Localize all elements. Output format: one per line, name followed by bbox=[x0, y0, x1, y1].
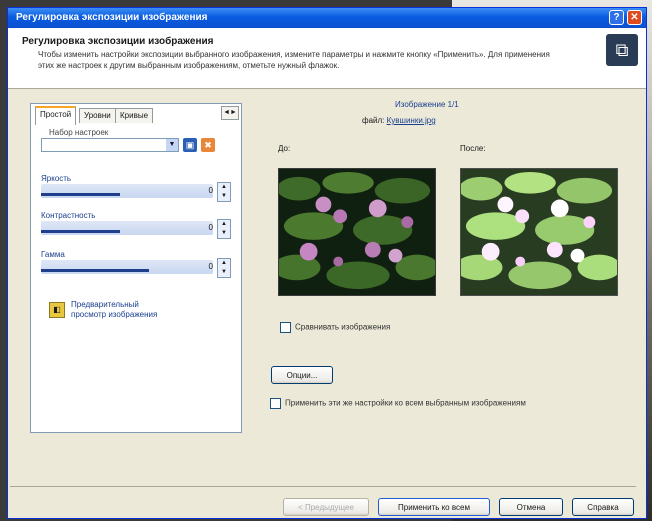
cancel-button[interactable]: Отмена bbox=[499, 498, 563, 516]
tab-levels[interactable]: Уровни bbox=[79, 108, 116, 123]
footer-divider bbox=[10, 486, 636, 487]
help-button[interactable]: Справка bbox=[572, 498, 634, 516]
adjustment-panel: Простой Уровни Кривые ◄► Набор настроек … bbox=[30, 103, 242, 433]
before-label: До: bbox=[278, 144, 291, 153]
gamma-slider[interactable]: Гамма 0 ▲ ▼ bbox=[41, 250, 235, 278]
apply-all-checkbox-label: Применить эти же настройки ко всем выбра… bbox=[285, 398, 526, 408]
gamma-value: 0 bbox=[208, 262, 213, 271]
tab-scroll-arrows[interactable]: ◄► bbox=[221, 106, 239, 120]
contrast-value: 0 bbox=[208, 223, 213, 232]
brightness-fill bbox=[41, 193, 121, 196]
header-title: Регулировка экспозиции изображения bbox=[22, 36, 214, 47]
file-info: файл: Кувшинки.jpg bbox=[362, 116, 436, 125]
brightness-slider[interactable]: Яркость 0 ▲ ▼ bbox=[41, 174, 235, 202]
previous-button[interactable]: < Предыдущее bbox=[283, 498, 369, 516]
compare-checkbox[interactable]: Сравнивать изображения bbox=[280, 322, 390, 333]
gamma-label: Гамма bbox=[41, 250, 65, 259]
tab-curves[interactable]: Кривые bbox=[115, 108, 154, 123]
before-preview-image bbox=[278, 168, 436, 296]
header-description: Чтобы изменить настройки экспозиции выбр… bbox=[38, 50, 550, 70]
apply-all-checkbox-box[interactable] bbox=[270, 398, 281, 409]
presets-label: Набор настроек bbox=[49, 128, 109, 137]
apply-all-button[interactable]: Применить ко всем bbox=[378, 498, 490, 516]
brightness-track[interactable] bbox=[41, 184, 213, 198]
window-title: Регулировка экспозиции изображения bbox=[16, 12, 208, 23]
compare-checkbox-box[interactable] bbox=[280, 322, 291, 333]
preset-dropdown[interactable]: ▼ bbox=[41, 138, 179, 152]
close-icon[interactable]: ✕ bbox=[627, 10, 642, 25]
brightness-label: Яркость bbox=[41, 174, 72, 183]
after-label: После: bbox=[460, 144, 486, 153]
apply-all-checkbox[interactable]: Применить эти же настройки ко всем выбра… bbox=[270, 398, 526, 409]
options-button[interactable]: Опции... bbox=[271, 366, 333, 384]
file-prefix: файл: bbox=[362, 116, 387, 125]
contrast-track[interactable] bbox=[41, 221, 213, 235]
tab-simple[interactable]: Простой bbox=[35, 106, 77, 125]
brightness-spinner[interactable]: ▲ ▼ bbox=[217, 182, 231, 202]
chevron-down-icon[interactable]: ▼ bbox=[166, 139, 178, 151]
contrast-spinner[interactable]: ▲ ▼ bbox=[217, 219, 231, 239]
compare-checkbox-label: Сравнивать изображения bbox=[295, 322, 391, 332]
image-counter: Изображение 1/1 bbox=[395, 100, 459, 109]
preview-icon: ◧ bbox=[49, 302, 65, 318]
gamma-spinner[interactable]: ▲ ▼ bbox=[217, 258, 231, 278]
preview-toggle[interactable]: ◧ Предварительный просмотр изображения bbox=[49, 300, 159, 330]
contrast-slider[interactable]: Контрастность 0 ▲ ▼ bbox=[41, 211, 235, 239]
gamma-fill bbox=[41, 269, 150, 272]
delete-preset-icon[interactable]: ✖ bbox=[201, 138, 215, 152]
preview-label: Предварительный просмотр изображения bbox=[71, 300, 158, 319]
contrast-label: Контрастность bbox=[41, 211, 96, 220]
save-preset-icon[interactable]: ▣ bbox=[183, 138, 197, 152]
help-icon[interactable]: ? bbox=[609, 10, 624, 25]
after-preview-image bbox=[460, 168, 618, 296]
title-bar[interactable]: Регулировка экспозиции изображения ? ✕ bbox=[8, 8, 646, 28]
exposure-icon: ⧉ bbox=[606, 34, 638, 66]
file-link[interactable]: Кувшинки.jpg bbox=[387, 116, 436, 125]
gamma-track[interactable] bbox=[41, 260, 213, 274]
brightness-value: 0 bbox=[208, 186, 213, 195]
dialog-header: Регулировка экспозиции изображения Чтобы… bbox=[8, 28, 646, 89]
contrast-fill bbox=[41, 230, 121, 233]
